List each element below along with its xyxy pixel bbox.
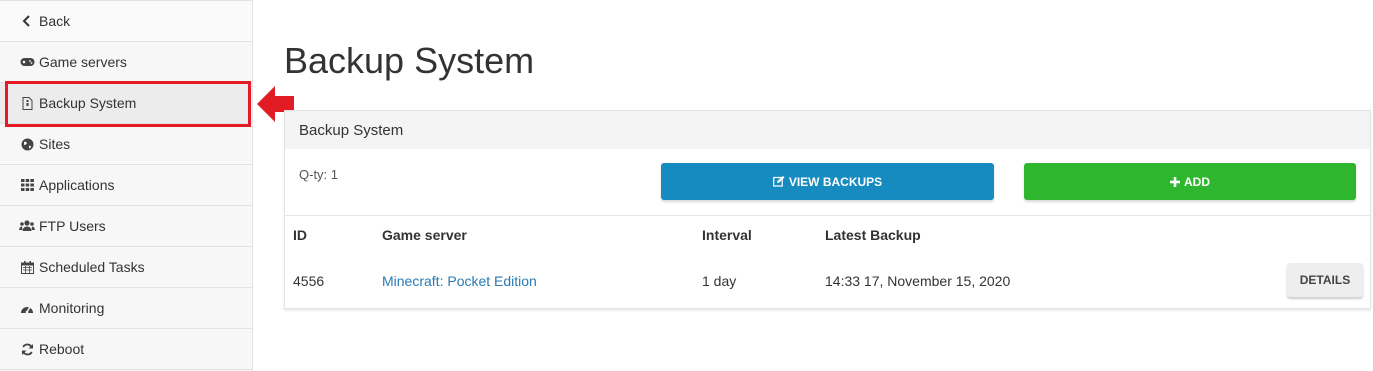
sidebar-item-label: Scheduled Tasks xyxy=(39,259,145,275)
backup-panel: Backup System Q-ty: 1 VIEW BACKUPS ADD I… xyxy=(284,110,1371,309)
column-header-latest-backup: Latest Backup xyxy=(825,227,921,243)
cell-interval: 1 day xyxy=(702,273,737,289)
divider xyxy=(285,215,1370,216)
highlight-box xyxy=(5,81,251,127)
view-backups-label: VIEW BACKUPS xyxy=(788,174,883,189)
quantity-label: Q-ty: 1 xyxy=(299,167,339,182)
sidebar: Back Game servers Backup System Sites Ap… xyxy=(0,0,253,371)
add-button[interactable]: ADD xyxy=(1024,163,1356,200)
gamepad-icon xyxy=(19,54,35,70)
edit-icon xyxy=(772,176,785,187)
grid-icon xyxy=(19,177,35,193)
page-title: Backup System xyxy=(284,40,535,81)
sidebar-item-ftp-users[interactable]: FTP Users xyxy=(0,206,252,247)
sidebar-item-back[interactable]: Back xyxy=(0,1,252,42)
cell-id: 4556 xyxy=(293,273,325,289)
sidebar-item-applications[interactable]: Applications xyxy=(0,165,252,206)
game-server-link[interactable]: Minecraft: Pocket Edition xyxy=(382,273,537,289)
sidebar-item-scheduled-tasks[interactable]: Scheduled Tasks xyxy=(0,247,252,288)
details-button[interactable]: DETAILS xyxy=(1287,263,1363,297)
chevron-left-icon xyxy=(19,13,35,29)
sidebar-item-label: Back xyxy=(39,13,71,29)
column-header-interval: Interval xyxy=(702,227,752,243)
calendar-icon xyxy=(19,259,35,275)
sidebar-item-label: Applications xyxy=(39,177,115,193)
sidebar-item-label: Game servers xyxy=(39,54,127,70)
sidebar-item-label: FTP Users xyxy=(39,218,106,234)
users-icon xyxy=(19,218,35,234)
sidebar-item-sites[interactable]: Sites xyxy=(0,124,252,165)
sidebar-item-reboot[interactable]: Reboot xyxy=(0,329,252,370)
cell-latest-backup: 14:33 17, November 15, 2020 xyxy=(825,273,1011,289)
sidebar-item-game-servers[interactable]: Game servers xyxy=(0,42,252,83)
sidebar-item-label: Monitoring xyxy=(39,300,105,316)
view-backups-button[interactable]: VIEW BACKUPS xyxy=(661,163,994,200)
globe-icon xyxy=(19,136,35,152)
sidebar-item-label: Reboot xyxy=(39,341,85,357)
column-header-id: ID xyxy=(293,227,307,243)
column-header-game-server: Game server xyxy=(382,227,467,243)
panel-title: Backup System xyxy=(299,121,404,139)
sidebar-item-label: Sites xyxy=(39,136,71,152)
panel-header: Backup System xyxy=(285,111,1370,149)
dashboard-icon xyxy=(19,300,35,316)
add-label: ADD xyxy=(1184,174,1210,189)
refresh-icon xyxy=(19,341,35,357)
plus-icon xyxy=(1170,176,1180,187)
sidebar-item-monitoring[interactable]: Monitoring xyxy=(0,288,252,329)
